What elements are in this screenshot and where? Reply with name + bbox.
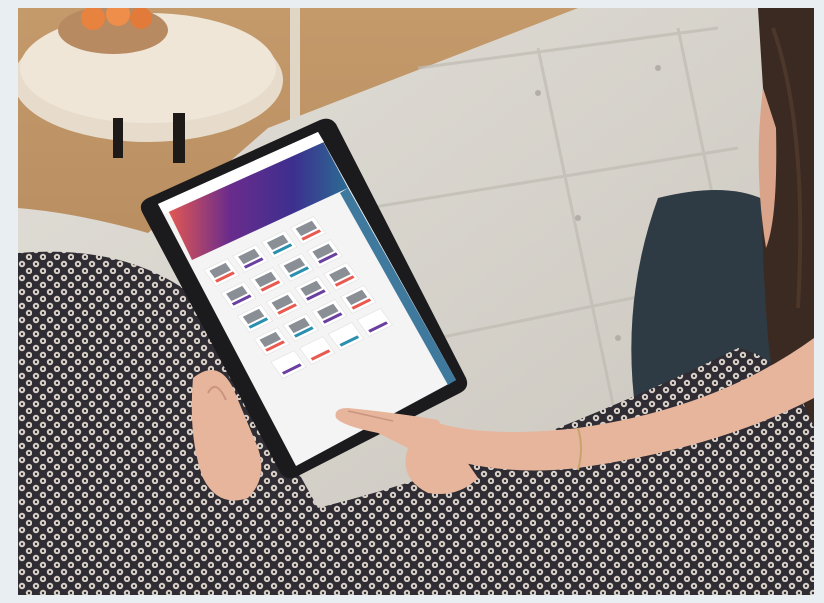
photo-scene xyxy=(18,8,814,595)
photo-frame xyxy=(18,8,814,595)
table-leg xyxy=(173,113,185,163)
